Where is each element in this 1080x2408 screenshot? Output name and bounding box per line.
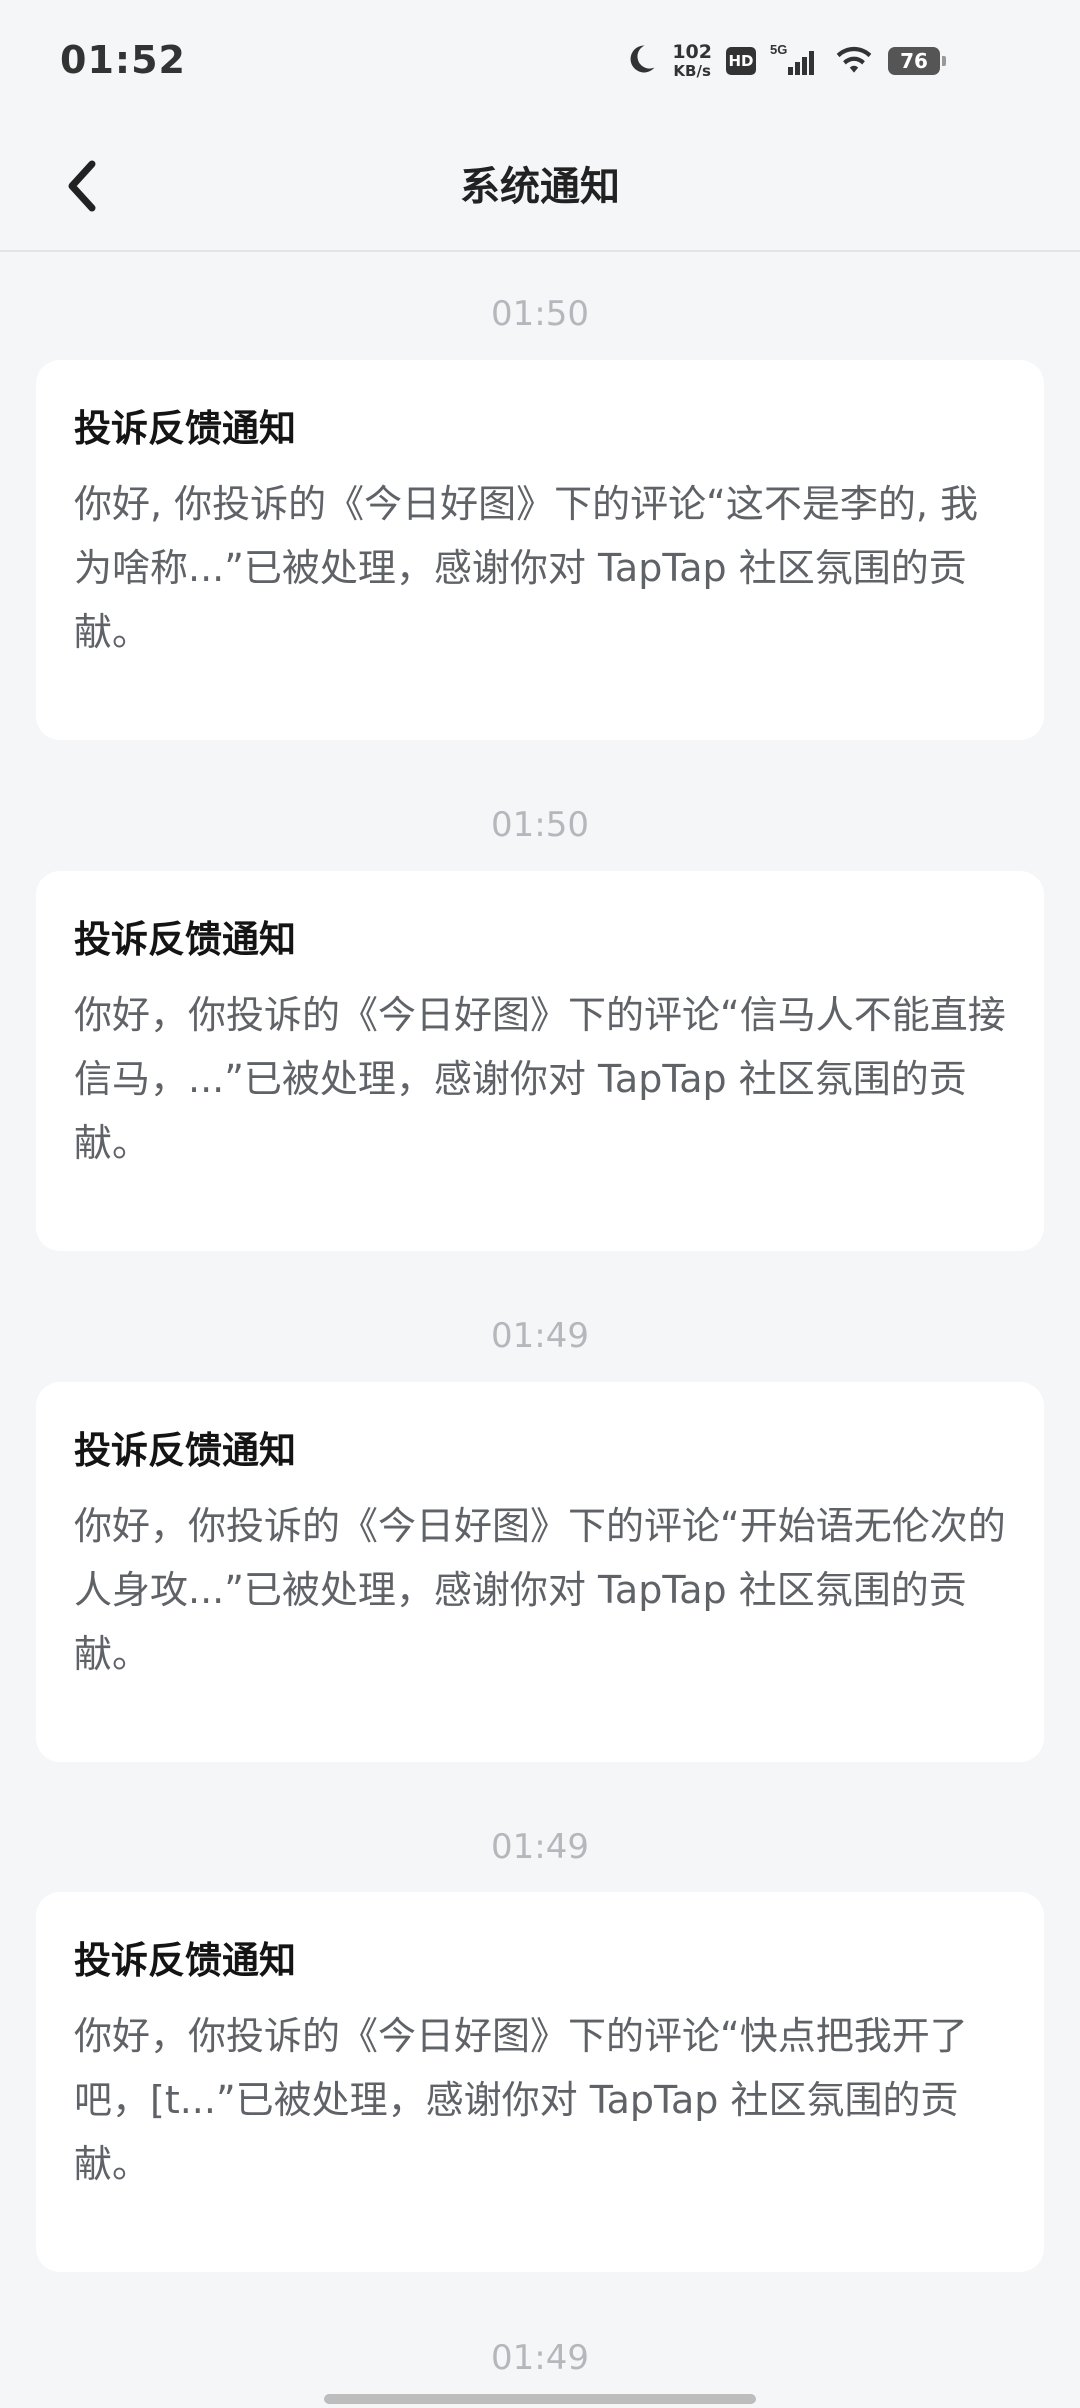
notification-body: 你好，你投诉的《今日好图》下的评论“信马人不能直接信马，...”已被处理，感谢你…	[74, 993, 1006, 1165]
notification-card[interactable]: 投诉反馈通知 你好，你投诉的《今日好图》下的评论“信马人不能直接信马，...”已…	[36, 871, 1044, 1251]
notification-title: 投诉反馈通知	[74, 407, 296, 450]
notification-body: 你好，你投诉的《今日好图》下的评论“开始语无伦次的人身攻...”已被处理，感谢你…	[74, 1504, 1006, 1676]
nav-bar: 系统通知	[0, 124, 1080, 252]
notification-title: 投诉反馈通知	[74, 918, 296, 961]
notification-card[interactable]: 投诉反馈通知 你好，你投诉的《今日好图》下的评论“开始语无伦次的人身攻...”已…	[36, 1382, 1044, 1762]
wifi-icon	[834, 43, 874, 79]
net-speed-unit: KB/s	[673, 62, 711, 80]
notification-time: 01:49	[491, 1316, 589, 1356]
notification-time: 01:50	[491, 294, 589, 334]
status-bar: 01:52 102 KB/s HD 5G 76	[0, 0, 1080, 124]
notification-title: 投诉反馈通知	[74, 1429, 296, 1472]
battery-level: 76	[900, 49, 928, 73]
notification-body: 你好, 你投诉的《今日好图》下的评论“这不是李的, 我为啥称...”已被处理，感…	[74, 482, 979, 654]
home-indicator[interactable]	[324, 2394, 756, 2404]
net-speed-value: 102	[672, 41, 712, 63]
moon-icon	[624, 42, 658, 80]
battery-icon: 76	[888, 47, 946, 75]
notification-title: 投诉反馈通知	[74, 1939, 296, 1982]
network-type-label: 5G	[770, 42, 787, 57]
notification-time: 01:49	[491, 1827, 589, 1867]
status-icons: 102 KB/s HD 5G 76	[624, 38, 946, 84]
status-time: 01:52	[60, 38, 186, 82]
notification-body: 你好，你投诉的《今日好图》下的评论“快点把我开了吧，[t...”已被处理，感谢你…	[74, 2014, 968, 2186]
page-title: 系统通知	[460, 164, 620, 210]
cellular-signal-icon: 5G	[770, 41, 820, 81]
notification-time: 01:50	[491, 805, 589, 845]
hd-icon: HD	[726, 47, 756, 75]
net-speed-indicator: 102 KB/s	[672, 43, 712, 79]
notification-card[interactable]: 投诉反馈通知 你好，你投诉的《今日好图》下的评论“快点把我开了吧，[t...”已…	[36, 1892, 1044, 2272]
notification-time: 01:49	[491, 2338, 589, 2378]
screen: 01:52 102 KB/s HD 5G 76 系统通知 01:50 投诉反馈通…	[0, 0, 1080, 2408]
notification-card[interactable]: 投诉反馈通知 你好, 你投诉的《今日好图》下的评论“这不是李的, 我为啥称...…	[36, 360, 1044, 740]
